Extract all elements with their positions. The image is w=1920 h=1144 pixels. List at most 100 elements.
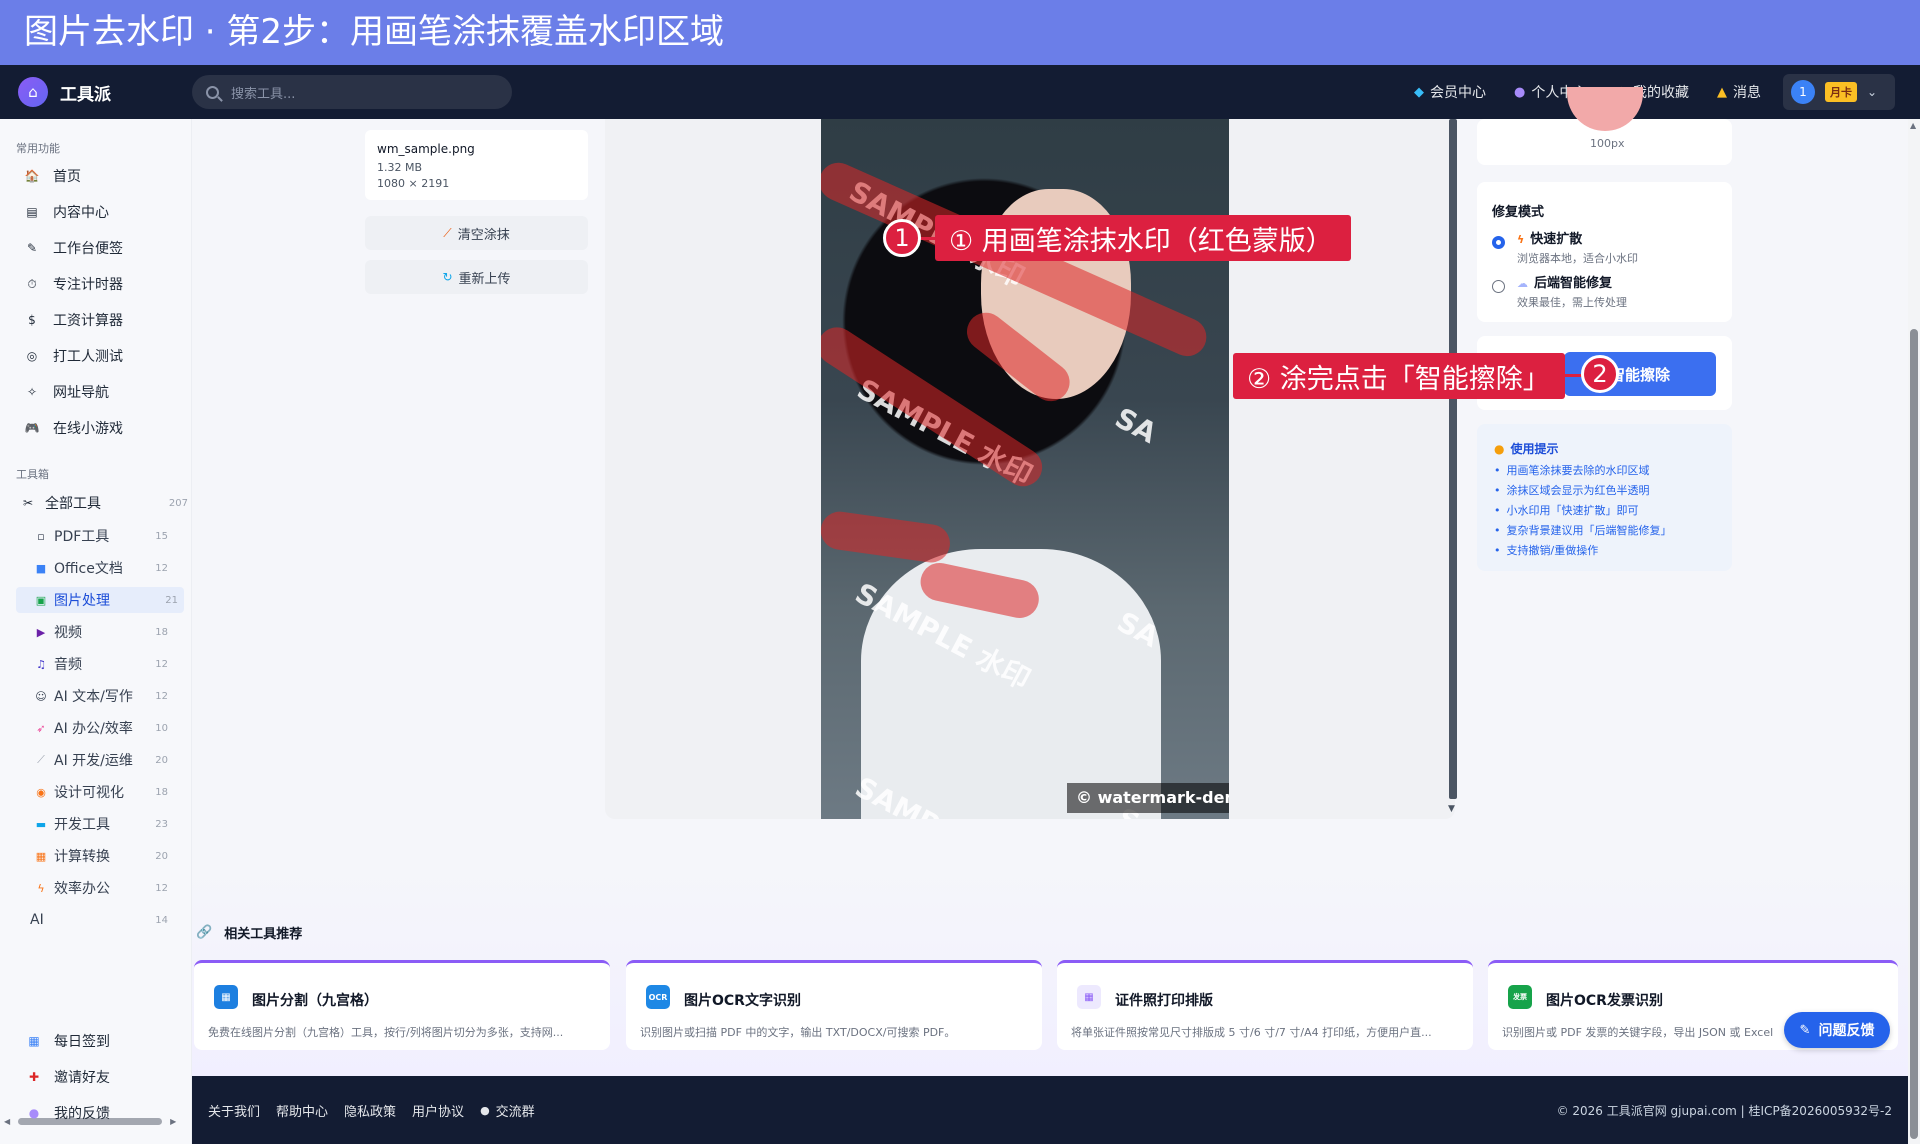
reupload-button[interactable]: ↻ 重新上传 <box>365 260 588 294</box>
feedback-button[interactable]: ✎ 问题反馈 <box>1784 1012 1890 1048</box>
brand-logo-icon: ⌂ <box>18 77 48 107</box>
sidebar-item-checkin[interactable]: ▦ 每日签到 <box>26 1029 110 1053</box>
lightning-icon: ϟ <box>1517 233 1525 246</box>
sidebar-item-games[interactable]: 🎮 在线小游戏 <box>24 414 123 442</box>
sidebar-tool-audio[interactable]: ♫ 音频 12 <box>34 651 174 677</box>
related-title: 🔗 相关工具推荐 <box>196 923 302 942</box>
calculator-icon: ▦ <box>35 849 47 863</box>
footer-link-help[interactable]: 帮助中心 <box>276 1101 328 1120</box>
footer-link-privacy[interactable]: 隐私政策 <box>344 1101 396 1120</box>
footer-link-terms[interactable]: 用户协议 <box>412 1101 464 1120</box>
brand[interactable]: ⌂ 工具派 <box>18 77 190 107</box>
sidebar-item-salary[interactable]: $ 工资计算器 <box>24 306 123 334</box>
tool-count: 10 <box>155 722 168 734</box>
video-icon: ▶ <box>36 625 46 639</box>
clear-mask-button[interactable]: ⟋ 清空涂抹 <box>365 216 588 250</box>
user-icon: ● <box>1514 84 1526 100</box>
scroll-left-icon[interactable]: ◀ <box>4 1117 10 1126</box>
sidebar-tool-office[interactable]: ■ Office文档 12 <box>34 555 174 581</box>
related-card-desc: 免费在线图片分割（九宫格）工具，按行/列将图片切分为多张，支持网... <box>208 1026 564 1039</box>
file-size: 1.32 MB <box>377 161 423 174</box>
related-card-name: 图片分割（九宫格） <box>252 993 378 1009</box>
music-icon: ♫ <box>36 657 46 671</box>
tip-item: 复杂背景建议用「后端智能修复」 <box>1494 521 1732 541</box>
banner-title: 图片去水印 · 第2步：用画笔涂抹覆盖水印区域 <box>24 12 725 52</box>
search-placeholder: 搜索工具... <box>231 86 296 102</box>
sidebar-item-feedback[interactable]: ● 我的反馈 <box>26 1101 110 1125</box>
option-label: 后端智能修复 <box>1534 276 1613 291</box>
sidebar-section-toolbox: 工具箱 <box>16 468 49 481</box>
radio-fast[interactable] <box>1492 236 1505 249</box>
scroll-right-icon[interactable]: ▶ <box>170 1117 176 1126</box>
user-menu[interactable]: 1 月卡 ⌄ <box>1783 74 1895 110</box>
annotation-step2: ② 涂完点击「智能擦除」 <box>1233 353 1565 399</box>
annotation-step2-marker: 2 <box>1581 355 1619 393</box>
sidebar-item-content[interactable]: ▤ 内容中心 <box>24 198 109 226</box>
tip-item: 小水印用「快速扩散」即可 <box>1494 501 1732 521</box>
sidebar-item-label: 每日签到 <box>54 1034 110 1050</box>
tool-label: 音频 <box>54 657 82 673</box>
related-card-name: 图片OCR文字识别 <box>684 993 801 1009</box>
sidebar-item-home[interactable]: 🏠 首页 <box>24 162 81 190</box>
sidebar-tool-ai-dev[interactable]: ⟋ AI 开发/运维 20 <box>34 747 174 773</box>
sidebar-item-test[interactable]: ◎ 打工人测试 <box>24 342 123 370</box>
note-icon: ✎ <box>26 241 38 255</box>
tool-label: Office文档 <box>54 561 123 577</box>
footer-link-about[interactable]: 关于我们 <box>208 1101 260 1120</box>
nav-link-messages[interactable]: ▲ 消息 <box>1717 82 1761 102</box>
sidebar-section-common: 常用功能 <box>16 142 60 155</box>
footer-link-community[interactable]: ● 交流群 <box>480 1101 535 1120</box>
annotation-step1: ① 用画笔涂抹水印（红色蒙版） <box>935 215 1351 261</box>
sidebar-tool-dev[interactable]: ▬ 开发工具 23 <box>34 811 174 837</box>
scroll-up-icon[interactable]: ▲ <box>1910 121 1916 130</box>
page-scrollbar[interactable]: ▲ <box>1908 119 1920 1144</box>
repair-option-smart[interactable]: ☁ 后端智能修复 效果最佳，需上传处理 <box>1492 272 1627 310</box>
sidebar-tool-video[interactable]: ▶ 视频 18 <box>34 619 174 645</box>
sidebar-tool-design[interactable]: ◉ 设计可视化 18 <box>34 779 174 805</box>
lightbulb-icon: ● <box>1494 442 1505 456</box>
sidebar-item-label: 打工人测试 <box>53 349 123 365</box>
sidebar-tool-image[interactable]: ▣ 图片处理 21 <box>16 587 184 613</box>
sidebar-item-all-tools[interactable]: ✂ 全部工具 207 <box>20 489 188 517</box>
sidebar-tool-efficiency[interactable]: ϟ 效率办公 12 <box>34 875 174 901</box>
tool-count: 20 <box>155 850 168 862</box>
scroll-down-icon[interactable]: ▼ <box>1448 804 1455 814</box>
search-input[interactable]: 搜索工具... <box>192 75 512 109</box>
pdf-icon: ▫ <box>37 529 45 543</box>
sidebar-tool-ai[interactable]: AI 14 <box>30 907 174 933</box>
chat-icon: ● <box>28 1106 40 1120</box>
brand-name: 工具派 <box>60 84 111 105</box>
related-card-image-split[interactable]: ▦ 图片分割（九宫格） 免费在线图片分割（九宫格）工具，按行/列将图片切分为多张… <box>194 960 610 1050</box>
related-card-ocr[interactable]: OCR 图片OCR文字识别 识别图片或扫描 PDF 中的文字，输出 TXT/DO… <box>626 960 1042 1050</box>
canvas-scrollbar[interactable] <box>1449 119 1457 799</box>
file-name: wm_sample.png <box>377 142 475 156</box>
repair-option-fast[interactable]: ϟ 快速扩散 浏览器本地，适合小水印 <box>1492 228 1638 266</box>
home-icon: 🏠 <box>24 169 40 183</box>
scrollbar-thumb[interactable] <box>1910 329 1918 1139</box>
sidebar-item-label: 专注计时器 <box>53 277 123 293</box>
annotation-connector <box>918 237 938 240</box>
footer: 关于我们 帮助中心 隐私政策 用户协议 ● 交流群 © 2026 工具派官网 gj… <box>192 1076 1908 1144</box>
target-icon: ◎ <box>26 349 38 363</box>
usage-tips: ● 使用提示 用画笔涂抹要去除的水印区域 涂抹区域会显示为红色半透明 小水印用「快… <box>1477 424 1732 571</box>
tip-item: 支持撤销/重做操作 <box>1494 541 1732 561</box>
sidebar-tool-ai-writing[interactable]: ☺ AI 文本/写作 12 <box>34 683 174 709</box>
sidebar-item-label: 在线小游戏 <box>53 421 123 437</box>
sidebar-item-nav[interactable]: ✧ 网址导航 <box>24 378 109 406</box>
sidebar-tool-calc[interactable]: ▦ 计算转换 20 <box>34 843 174 869</box>
sidebar-tool-ai-office[interactable]: ➶ AI 办公/效率 10 <box>34 715 174 741</box>
tool-count: 207 <box>168 497 188 509</box>
radio-smart[interactable] <box>1492 280 1505 293</box>
related-card-id-photo[interactable]: ▦ 证件照打印排版 将单张证件照按常见尺寸排版成 5 寸/6 寸/7 寸/A4 … <box>1057 960 1473 1050</box>
sidebar-item-timer[interactable]: ⏱ 专注计时器 <box>24 270 123 298</box>
compass-icon: ✧ <box>26 385 38 399</box>
nav-link-vip[interactable]: ◆ 会员中心 <box>1414 82 1486 102</box>
tool-label: 图片处理 <box>54 593 110 609</box>
option-description: 效果最佳，需上传处理 <box>1517 296 1627 309</box>
sidebar-tool-pdf[interactable]: ▫ PDF工具 15 <box>34 523 174 549</box>
tool-label: PDF工具 <box>54 529 110 545</box>
related-title-text: 相关工具推荐 <box>224 927 303 942</box>
avatar: 1 <box>1791 80 1815 104</box>
sidebar-item-invite[interactable]: ✚ 邀请好友 <box>26 1065 110 1089</box>
sidebar-item-notes[interactable]: ✎ 工作台便签 <box>24 234 123 262</box>
